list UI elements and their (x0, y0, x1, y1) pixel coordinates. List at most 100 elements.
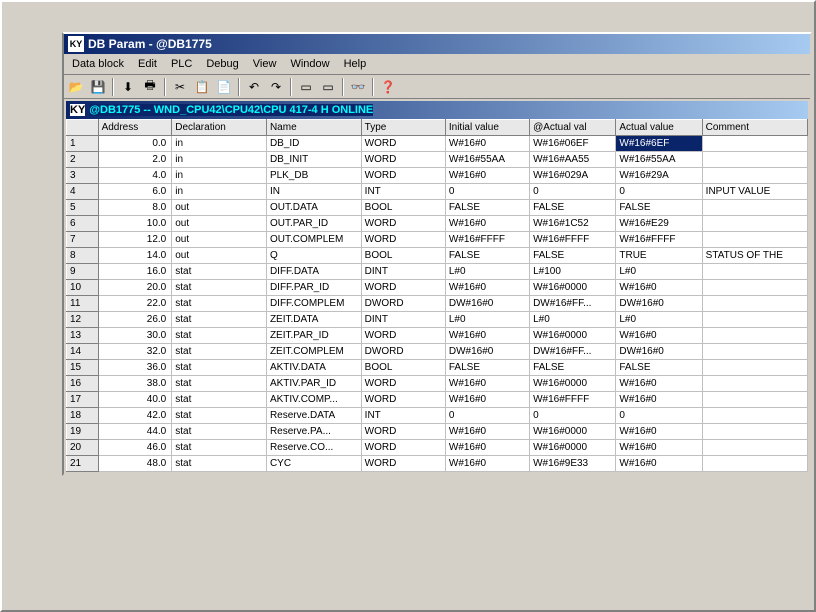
cell-name[interactable]: Reserve.PA... (266, 424, 361, 440)
cell-name[interactable]: Reserve.CO... (266, 440, 361, 456)
titlebar[interactable]: KY DB Param - @DB1775 (64, 34, 810, 54)
col-declaration[interactable]: Declaration (172, 120, 267, 136)
cell-decl[interactable]: stat (172, 440, 267, 456)
cell-decl[interactable]: stat (172, 312, 267, 328)
cell-at[interactable]: W#16#0000 (530, 328, 616, 344)
cell-actual[interactable]: W#16#0 (616, 280, 702, 296)
table-row[interactable]: 1122.0statDIFF.COMPLEMDWORDDW#16#0DW#16#… (67, 296, 808, 312)
cell-decl[interactable]: out (172, 232, 267, 248)
col-comment[interactable]: Comment (702, 120, 807, 136)
cell-addr[interactable]: 4.0 (98, 168, 172, 184)
cell-at[interactable]: L#0 (530, 312, 616, 328)
cell-comment[interactable] (702, 264, 807, 280)
cell-type[interactable]: WORD (361, 280, 445, 296)
col-address[interactable]: Address (98, 120, 172, 136)
cell-comment[interactable] (702, 280, 807, 296)
cell-init[interactable]: W#16#0 (445, 328, 529, 344)
cell-type[interactable]: INT (361, 408, 445, 424)
cell-actual[interactable]: W#16#29A (616, 168, 702, 184)
cell-addr[interactable]: 36.0 (98, 360, 172, 376)
cell-comment[interactable] (702, 360, 807, 376)
cell-type[interactable]: DINT (361, 312, 445, 328)
open-icon[interactable]: 📂 (66, 77, 86, 97)
cell-comment[interactable] (702, 168, 807, 184)
cell-type[interactable]: WORD (361, 168, 445, 184)
cell-init[interactable]: W#16#0 (445, 456, 529, 472)
cell-rownum[interactable]: 8 (67, 248, 99, 264)
cell-init[interactable]: W#16#0 (445, 440, 529, 456)
cell-actual[interactable]: FALSE (616, 200, 702, 216)
data-block-table[interactable]: Address Declaration Name Type Initial va… (66, 119, 808, 472)
cell-comment[interactable] (702, 424, 807, 440)
cell-addr[interactable]: 32.0 (98, 344, 172, 360)
menu-edit[interactable]: Edit (132, 56, 163, 72)
cell-name[interactable]: DB_ID (266, 136, 361, 152)
menu-help[interactable]: Help (338, 56, 373, 72)
cell-name[interactable]: DIFF.DATA (266, 264, 361, 280)
cell-actual[interactable]: DW#16#0 (616, 296, 702, 312)
cell-comment[interactable] (702, 232, 807, 248)
cell-addr[interactable]: 40.0 (98, 392, 172, 408)
cell-actual[interactable]: W#16#0 (616, 392, 702, 408)
cell-at[interactable]: W#16#0000 (530, 440, 616, 456)
cell-decl[interactable]: stat (172, 328, 267, 344)
cell-addr[interactable]: 14.0 (98, 248, 172, 264)
cell-rownum[interactable]: 21 (67, 456, 99, 472)
cell-decl[interactable]: stat (172, 456, 267, 472)
cell-actual[interactable]: FALSE (616, 360, 702, 376)
cell-rownum[interactable]: 14 (67, 344, 99, 360)
table-row[interactable]: 58.0outOUT.DATABOOLFALSEFALSEFALSE (67, 200, 808, 216)
cell-decl[interactable]: stat (172, 376, 267, 392)
cell-type[interactable]: WORD (361, 424, 445, 440)
cell-addr[interactable]: 46.0 (98, 440, 172, 456)
cell-decl[interactable]: stat (172, 360, 267, 376)
cell-actual[interactable]: TRUE (616, 248, 702, 264)
cell-at[interactable]: L#100 (530, 264, 616, 280)
col-initial-value[interactable]: Initial value (445, 120, 529, 136)
cell-actual[interactable]: W#16#0 (616, 424, 702, 440)
cell-rownum[interactable]: 20 (67, 440, 99, 456)
table-row[interactable]: 712.0outOUT.COMPLEMWORDW#16#FFFFW#16#FFF… (67, 232, 808, 248)
table-row[interactable]: 1020.0statDIFF.PAR_IDWORDW#16#0W#16#0000… (67, 280, 808, 296)
cell-name[interactable]: ZEIT.PAR_ID (266, 328, 361, 344)
cell-type[interactable]: WORD (361, 136, 445, 152)
cell-name[interactable]: OUT.PAR_ID (266, 216, 361, 232)
cell-comment[interactable] (702, 200, 807, 216)
cell-actual[interactable]: W#16#FFFF (616, 232, 702, 248)
table-row[interactable]: 1432.0statZEIT.COMPLEMDWORDDW#16#0DW#16#… (67, 344, 808, 360)
cell-addr[interactable]: 26.0 (98, 312, 172, 328)
block1-icon[interactable]: ▭ (296, 77, 316, 97)
menu-datablock[interactable]: Data block (66, 56, 130, 72)
cell-rownum[interactable]: 5 (67, 200, 99, 216)
cell-actual[interactable]: DW#16#0 (616, 344, 702, 360)
cell-name[interactable]: DIFF.COMPLEM (266, 296, 361, 312)
save-icon[interactable]: 💾 (88, 77, 108, 97)
menu-plc[interactable]: PLC (165, 56, 198, 72)
block2-icon[interactable]: ▭ (318, 77, 338, 97)
cut-icon[interactable]: ✂ (170, 77, 190, 97)
cell-name[interactable]: CYC (266, 456, 361, 472)
cell-comment[interactable]: STATUS OF THE (702, 248, 807, 264)
table-row[interactable]: 2046.0statReserve.CO...WORDW#16#0W#16#00… (67, 440, 808, 456)
cell-rownum[interactable]: 10 (67, 280, 99, 296)
cell-rownum[interactable]: 7 (67, 232, 99, 248)
cell-name[interactable]: Q (266, 248, 361, 264)
cell-addr[interactable]: 22.0 (98, 296, 172, 312)
cell-at[interactable]: FALSE (530, 360, 616, 376)
cell-init[interactable]: 0 (445, 408, 529, 424)
cell-decl[interactable]: stat (172, 344, 267, 360)
cell-at[interactable]: W#16#9E33 (530, 456, 616, 472)
cell-type[interactable]: BOOL (361, 200, 445, 216)
cell-comment[interactable] (702, 408, 807, 424)
cell-actual[interactable]: W#16#0 (616, 456, 702, 472)
cell-actual[interactable]: 0 (616, 184, 702, 200)
cell-decl[interactable]: in (172, 184, 267, 200)
col-name[interactable]: Name (266, 120, 361, 136)
monitor-icon[interactable]: 👓 (348, 77, 368, 97)
cell-decl[interactable]: stat (172, 424, 267, 440)
cell-init[interactable]: W#16#FFFF (445, 232, 529, 248)
cell-rownum[interactable]: 19 (67, 424, 99, 440)
cell-init[interactable]: W#16#0 (445, 216, 529, 232)
cell-init[interactable]: W#16#55AA (445, 152, 529, 168)
cell-actual[interactable]: W#16#E29 (616, 216, 702, 232)
